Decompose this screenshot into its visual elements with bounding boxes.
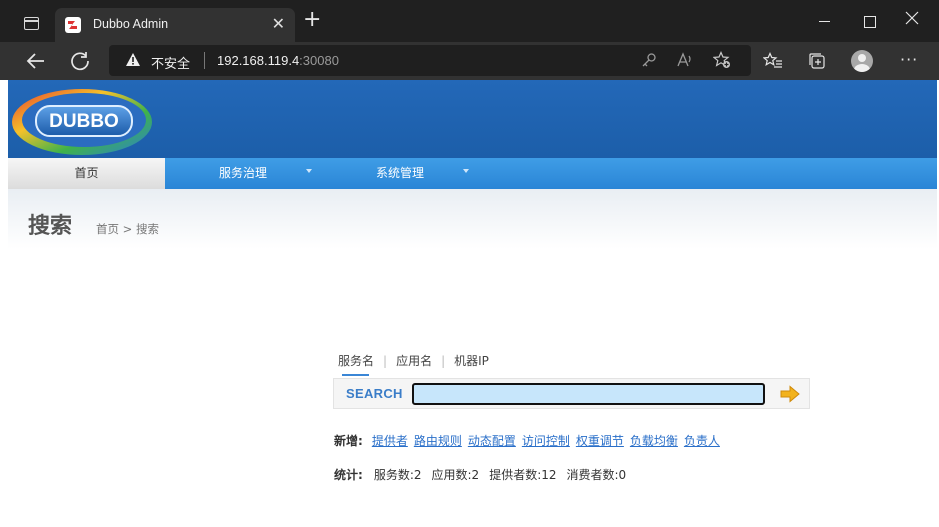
- search-label: SEARCH: [346, 386, 403, 401]
- address-divider: [204, 52, 205, 69]
- stat-provider-count: 提供者数:12: [489, 468, 557, 482]
- stats-label: 统计:: [334, 468, 363, 482]
- search-type-tabs: 服务名 | 应用名 | 机器IP: [338, 352, 489, 376]
- favorites-icon[interactable]: [763, 51, 783, 71]
- search-input[interactable]: [412, 383, 765, 405]
- main-menu: 首页 服务治理 系统管理: [8, 158, 937, 189]
- stat-application-count: 应用数:2: [431, 468, 480, 482]
- stat-service-count: 服务数:2: [373, 468, 422, 482]
- window-minimize-button[interactable]: [816, 13, 834, 31]
- add-route-rule-link[interactable]: 路由规则: [414, 434, 462, 448]
- menu-item-system-management[interactable]: 系统管理: [376, 158, 424, 189]
- quick-add-label: 新增:: [334, 434, 363, 448]
- settings-more-icon[interactable]: ···: [900, 50, 918, 69]
- browser-tab-title: Dubbo Admin: [93, 17, 169, 31]
- site-header: DUBBO: [8, 80, 937, 158]
- stat-consumer-count: 消费者数:0: [566, 468, 627, 482]
- tab-separator: |: [383, 354, 388, 368]
- add-provider-link[interactable]: 提供者: [372, 434, 408, 448]
- add-owner-link[interactable]: 负责人: [684, 434, 720, 448]
- stats-row: 统计: 服务数:2 应用数:2 提供者数:12 消费者数:0: [334, 466, 636, 483]
- new-tab-button[interactable]: +: [303, 9, 321, 31]
- menu-item-service-governance-label: 服务治理: [219, 166, 268, 180]
- page-viewport: DUBBO 首页 服务治理 系统管理 搜索 首页 > 搜索 服务名 | 应用名 | 机器…: [8, 80, 937, 527]
- add-dynamic-config-link[interactable]: 动态配置: [468, 434, 516, 448]
- tab-application-name[interactable]: 应用名: [396, 352, 432, 369]
- dubbo-logo[interactable]: DUBBO: [10, 84, 156, 156]
- tab-close-icon[interactable]: ✕: [272, 14, 285, 33]
- quick-add-row: 新增: 提供者 路由规则 动态配置 访问控制 权重调节 负载均衡 负责人: [334, 432, 726, 449]
- window-close-icon: [905, 11, 919, 25]
- logo-text: DUBBO: [49, 111, 119, 132]
- key-icon[interactable]: [640, 51, 658, 69]
- chevron-down-icon[interactable]: [463, 169, 469, 173]
- title-bar: [8, 189, 937, 249]
- add-weight-link[interactable]: 权重调节: [576, 434, 624, 448]
- menu-item-home[interactable]: 首页: [8, 158, 165, 189]
- add-favorite-icon[interactable]: [713, 51, 731, 69]
- window-maximize-button[interactable]: [861, 13, 879, 31]
- url-port: :30080: [299, 53, 339, 68]
- profile-avatar[interactable]: [851, 50, 873, 72]
- page-title: 搜索: [28, 214, 73, 239]
- chevron-down-icon[interactable]: [306, 169, 312, 173]
- url-text[interactable]: 192.168.119.4:30080: [217, 53, 339, 68]
- menu-item-system-management-label: 系统管理: [376, 166, 425, 180]
- left-edge: [0, 80, 8, 527]
- collections-icon[interactable]: [807, 51, 827, 71]
- dubbo-favicon-icon: [65, 17, 81, 33]
- address-bar[interactable]: 不安全 192.168.119.4:30080: [109, 45, 751, 76]
- refresh-button[interactable]: [68, 49, 94, 73]
- menu-item-service-governance[interactable]: 服务治理: [219, 158, 267, 189]
- browser-nav-bar: 不安全 192.168.119.4:30080 ···: [0, 42, 939, 80]
- search-arrow-icon[interactable]: [780, 385, 800, 403]
- refresh-icon: [71, 52, 89, 71]
- add-load-balance-link[interactable]: 负载均衡: [630, 434, 678, 448]
- tab-separator: |: [441, 354, 446, 368]
- tab-service-name[interactable]: 服务名: [338, 352, 374, 376]
- tab-actions-icon[interactable]: [24, 17, 39, 30]
- tab-machine-ip[interactable]: 机器IP: [454, 352, 489, 369]
- not-secure-label[interactable]: 不安全: [151, 53, 190, 72]
- browser-tab-dubbo-admin[interactable]: Dubbo Admin ✕: [55, 8, 295, 42]
- add-access-control-link[interactable]: 访问控制: [522, 434, 570, 448]
- search-box: SEARCH: [333, 378, 810, 409]
- breadcrumb[interactable]: 首页 > 搜索: [96, 221, 159, 237]
- browser-tab-bar: Dubbo Admin ✕ +: [0, 0, 939, 42]
- url-host: 192.168.119.4: [217, 53, 300, 68]
- back-arrow-icon: [26, 53, 44, 69]
- back-button[interactable]: [24, 49, 50, 73]
- window-close-button[interactable]: [905, 10, 923, 28]
- warning-icon[interactable]: [125, 52, 141, 68]
- read-aloud-icon[interactable]: [676, 51, 694, 69]
